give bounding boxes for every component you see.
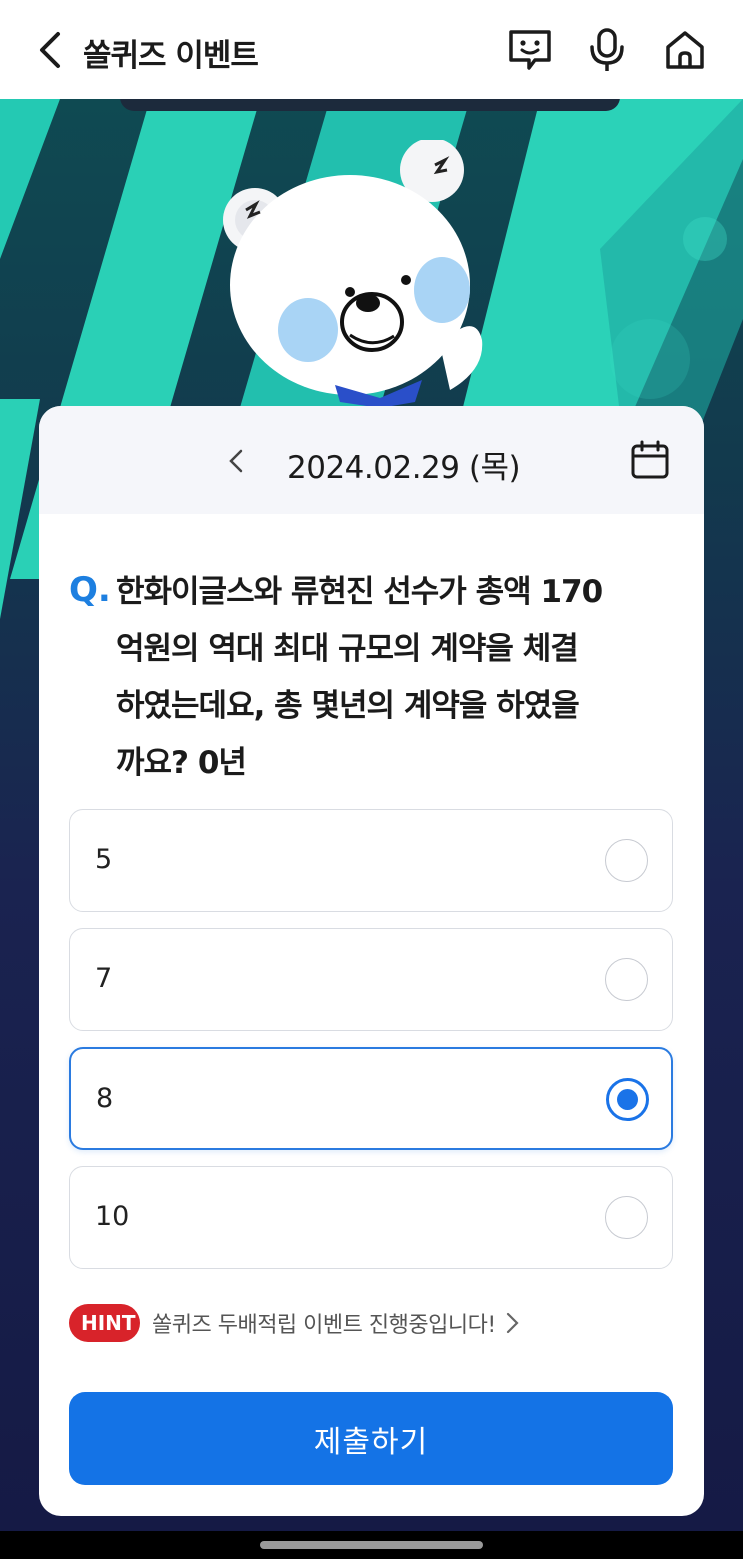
quiz-card: 2024.02.29 (목) Q. 한화이글스와 류현진 선수가 총액 170 … bbox=[39, 406, 704, 1516]
home-icon[interactable] bbox=[661, 26, 709, 74]
mic-icon[interactable] bbox=[583, 26, 631, 74]
quiz-date: 2024.02.29 (목) bbox=[287, 450, 521, 486]
prev-date-icon[interactable] bbox=[222, 444, 250, 478]
date-bar: 2024.02.29 (목) bbox=[39, 406, 704, 514]
question-text: 한화이글스와 류현진 선수가 총액 170 억원의 역대 최대 규모의 계약을 … bbox=[116, 564, 686, 792]
calendar-icon[interactable] bbox=[630, 440, 670, 480]
radio-button[interactable] bbox=[605, 958, 648, 1001]
question-line: 까요? 0년 bbox=[116, 745, 247, 781]
system-nav-bar bbox=[0, 1531, 743, 1559]
submit-button[interactable]: 제출하기 bbox=[69, 1392, 673, 1485]
option-label: 5 bbox=[95, 844, 113, 875]
banner-top-bar bbox=[120, 99, 620, 111]
option-label: 10 bbox=[95, 1201, 130, 1232]
page-title: 쏠퀴즈 이벤트 bbox=[83, 38, 259, 74]
hint-badge: HINT bbox=[69, 1304, 140, 1342]
home-gesture-handle[interactable] bbox=[260, 1541, 483, 1549]
hint-link[interactable]: HINT 쏠퀴즈 두배적립 이벤트 진행중입니다! bbox=[69, 1303, 520, 1343]
chevron-right-icon bbox=[504, 1311, 520, 1335]
option-label: 7 bbox=[95, 963, 113, 994]
bear-mascot-image bbox=[200, 138, 520, 420]
back-icon[interactable] bbox=[30, 28, 70, 72]
question-prefix: Q. bbox=[69, 570, 111, 610]
hint-text: 쏠퀴즈 두배적립 이벤트 진행중입니다! bbox=[152, 1313, 496, 1338]
answer-option-8[interactable]: 8 bbox=[69, 1047, 673, 1150]
answer-option-10[interactable]: 10 bbox=[69, 1166, 673, 1269]
radio-button[interactable] bbox=[605, 839, 648, 882]
app-header: 쏠퀴즈 이벤트 bbox=[0, 0, 743, 99]
question-line: 하였는데요, 총 몇년의 계약을 하였을 bbox=[116, 688, 580, 724]
answer-option-7[interactable]: 7 bbox=[69, 928, 673, 1031]
chat-bot-icon[interactable] bbox=[506, 26, 554, 74]
radio-button[interactable] bbox=[605, 1196, 648, 1239]
answer-option-5[interactable]: 5 bbox=[69, 809, 673, 912]
option-label: 8 bbox=[96, 1083, 114, 1114]
radio-button-selected[interactable] bbox=[606, 1078, 649, 1121]
question-line: 한화이글스와 류현진 선수가 총액 170 bbox=[116, 574, 603, 610]
question-line: 억원의 역대 최대 규모의 계약을 체결 bbox=[116, 631, 579, 667]
